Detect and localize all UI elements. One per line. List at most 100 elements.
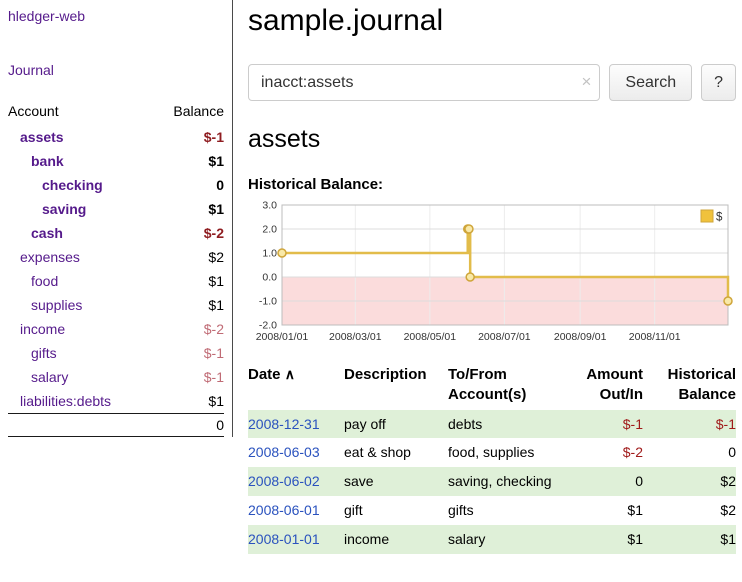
account-link-checking[interactable]: checking: [42, 177, 103, 193]
account-link-cash[interactable]: cash: [31, 225, 63, 241]
register-header-row: Date ∧ Description To/From Account(s) Am…: [248, 361, 736, 410]
sidebar-nav: Journal: [8, 62, 224, 80]
account-link-income[interactable]: income: [20, 321, 65, 337]
main-content: sample.journal × Search ? assets Histori…: [248, 0, 736, 554]
account-balance: $-1: [153, 365, 224, 389]
help-button[interactable]: ?: [701, 64, 736, 101]
search-button[interactable]: Search: [609, 64, 692, 101]
amount-cell: $1: [566, 525, 643, 554]
account-heading: assets: [248, 125, 736, 154]
accounts-cell: salary: [448, 525, 566, 554]
clear-search-icon[interactable]: ×: [581, 72, 591, 92]
accounts-cell: gifts: [448, 496, 566, 525]
register-row[interactable]: 2008-06-03 eat & shop food, supplies $-2…: [248, 438, 736, 467]
page-title: sample.journal: [248, 0, 736, 38]
svg-text:2008/09/01: 2008/09/01: [554, 331, 607, 343]
transaction-date-link[interactable]: 2008-06-02: [248, 473, 320, 489]
amount-cell: $-2: [566, 438, 643, 467]
svg-text:0.0: 0.0: [262, 272, 277, 284]
search-box: ×: [248, 64, 600, 101]
account-balance: 0: [153, 173, 224, 197]
balance-cell: $2: [643, 496, 736, 525]
register-header-accounts: To/From Account(s): [448, 361, 566, 410]
sort-asc-icon: ∧: [285, 366, 295, 382]
amount-cell: 0: [566, 467, 643, 496]
sidebar-item-journal[interactable]: Journal: [8, 62, 54, 78]
account-balance: $-1: [153, 125, 224, 149]
register-row[interactable]: 2008-06-01 gift gifts $1 $2: [248, 496, 736, 525]
description-cell: eat & shop: [344, 438, 448, 467]
balance-cell: $1: [643, 525, 736, 554]
accounts-cell: debts: [448, 410, 566, 439]
account-row: income $-2: [8, 317, 224, 341]
account-link-bank[interactable]: bank: [31, 153, 64, 169]
account-row: saving $1: [8, 197, 224, 221]
svg-text:2008/07/01: 2008/07/01: [478, 331, 531, 343]
brand-link[interactable]: hledger-web: [8, 8, 224, 24]
balance-cell: $2: [643, 467, 736, 496]
description-cell: income: [344, 525, 448, 554]
account-balance: $-2: [153, 317, 224, 341]
account-balance: $1: [153, 269, 224, 293]
historical-balance-chart[interactable]: 2008/01/012008/03/012008/05/012008/07/01…: [248, 197, 736, 349]
transaction-date-link[interactable]: 2008-01-01: [248, 531, 320, 547]
date-header-label: Date: [248, 366, 281, 383]
register-header-balance: Historical Balance: [643, 361, 736, 410]
account-link-liabilities-debts[interactable]: liabilities:debts: [20, 393, 111, 409]
account-row: assets $-1: [8, 125, 224, 149]
balance-cell: $-1: [643, 410, 736, 439]
svg-text:$: $: [716, 212, 723, 224]
svg-text:2008/01/01: 2008/01/01: [256, 331, 309, 343]
amount-cell: $1: [566, 496, 643, 525]
register-header-amount: Amount Out/In: [566, 361, 643, 410]
accounts-header-balance: Balance: [153, 100, 224, 125]
register-header-description: Description: [344, 361, 448, 410]
accounts-cell: saving, checking: [448, 467, 566, 496]
description-cell: pay off: [344, 410, 448, 439]
search-input[interactable]: [248, 64, 600, 101]
chart-svg: 2008/01/012008/03/012008/05/012008/07/01…: [248, 197, 736, 349]
amount-cell: $-1: [566, 410, 643, 439]
account-link-supplies[interactable]: supplies: [31, 297, 82, 313]
account-link-expenses[interactable]: expenses: [20, 249, 80, 265]
svg-text:3.0: 3.0: [262, 200, 277, 212]
account-link-salary[interactable]: salary: [31, 369, 68, 385]
accounts-table: Account Balance assets $-1 bank $1 check…: [8, 100, 224, 437]
accounts-total-balance: 0: [153, 414, 224, 437]
account-row: bank $1: [8, 149, 224, 173]
register-header-date[interactable]: Date ∧: [248, 361, 344, 410]
account-row: liabilities:debts $1: [8, 389, 224, 414]
svg-text:2.0: 2.0: [262, 224, 277, 236]
account-row: salary $-1: [8, 365, 224, 389]
balance-cell: 0: [643, 438, 736, 467]
account-balance: $-1: [153, 341, 224, 365]
sidebar: hledger-web Journal Account Balance asse…: [0, 0, 233, 437]
register-row[interactable]: 2008-06-02 save saving, checking 0 $2: [248, 467, 736, 496]
svg-text:2008/03/01: 2008/03/01: [329, 331, 382, 343]
account-row: gifts $-1: [8, 341, 224, 365]
svg-text:-2.0: -2.0: [259, 320, 277, 332]
transaction-date-link[interactable]: 2008-06-01: [248, 502, 320, 518]
account-balance: $-2: [153, 221, 224, 245]
svg-text:2008/11/01: 2008/11/01: [629, 331, 681, 343]
description-cell: save: [344, 467, 448, 496]
account-link-food[interactable]: food: [31, 273, 58, 289]
svg-text:1.0: 1.0: [262, 248, 277, 260]
description-cell: gift: [344, 496, 448, 525]
account-link-saving[interactable]: saving: [42, 201, 86, 217]
account-row: checking 0: [8, 173, 224, 197]
register-row[interactable]: 2008-12-31 pay off debts $-1 $-1: [248, 410, 736, 439]
account-link-assets[interactable]: assets: [20, 129, 64, 145]
account-balance: $1: [153, 293, 224, 317]
account-balance: $1: [153, 197, 224, 221]
transaction-date-link[interactable]: 2008-12-31: [248, 416, 320, 432]
account-balance: $2: [153, 245, 224, 269]
transaction-date-link[interactable]: 2008-06-03: [248, 444, 320, 460]
accounts-total-row: 0: [8, 414, 224, 437]
search-form: × Search ?: [248, 64, 736, 101]
chart-title: Historical Balance:: [248, 176, 736, 193]
svg-text:-1.0: -1.0: [259, 296, 277, 308]
account-link-gifts[interactable]: gifts: [31, 345, 57, 361]
register-row[interactable]: 2008-01-01 income salary $1 $1: [248, 525, 736, 554]
account-row: expenses $2: [8, 245, 224, 269]
